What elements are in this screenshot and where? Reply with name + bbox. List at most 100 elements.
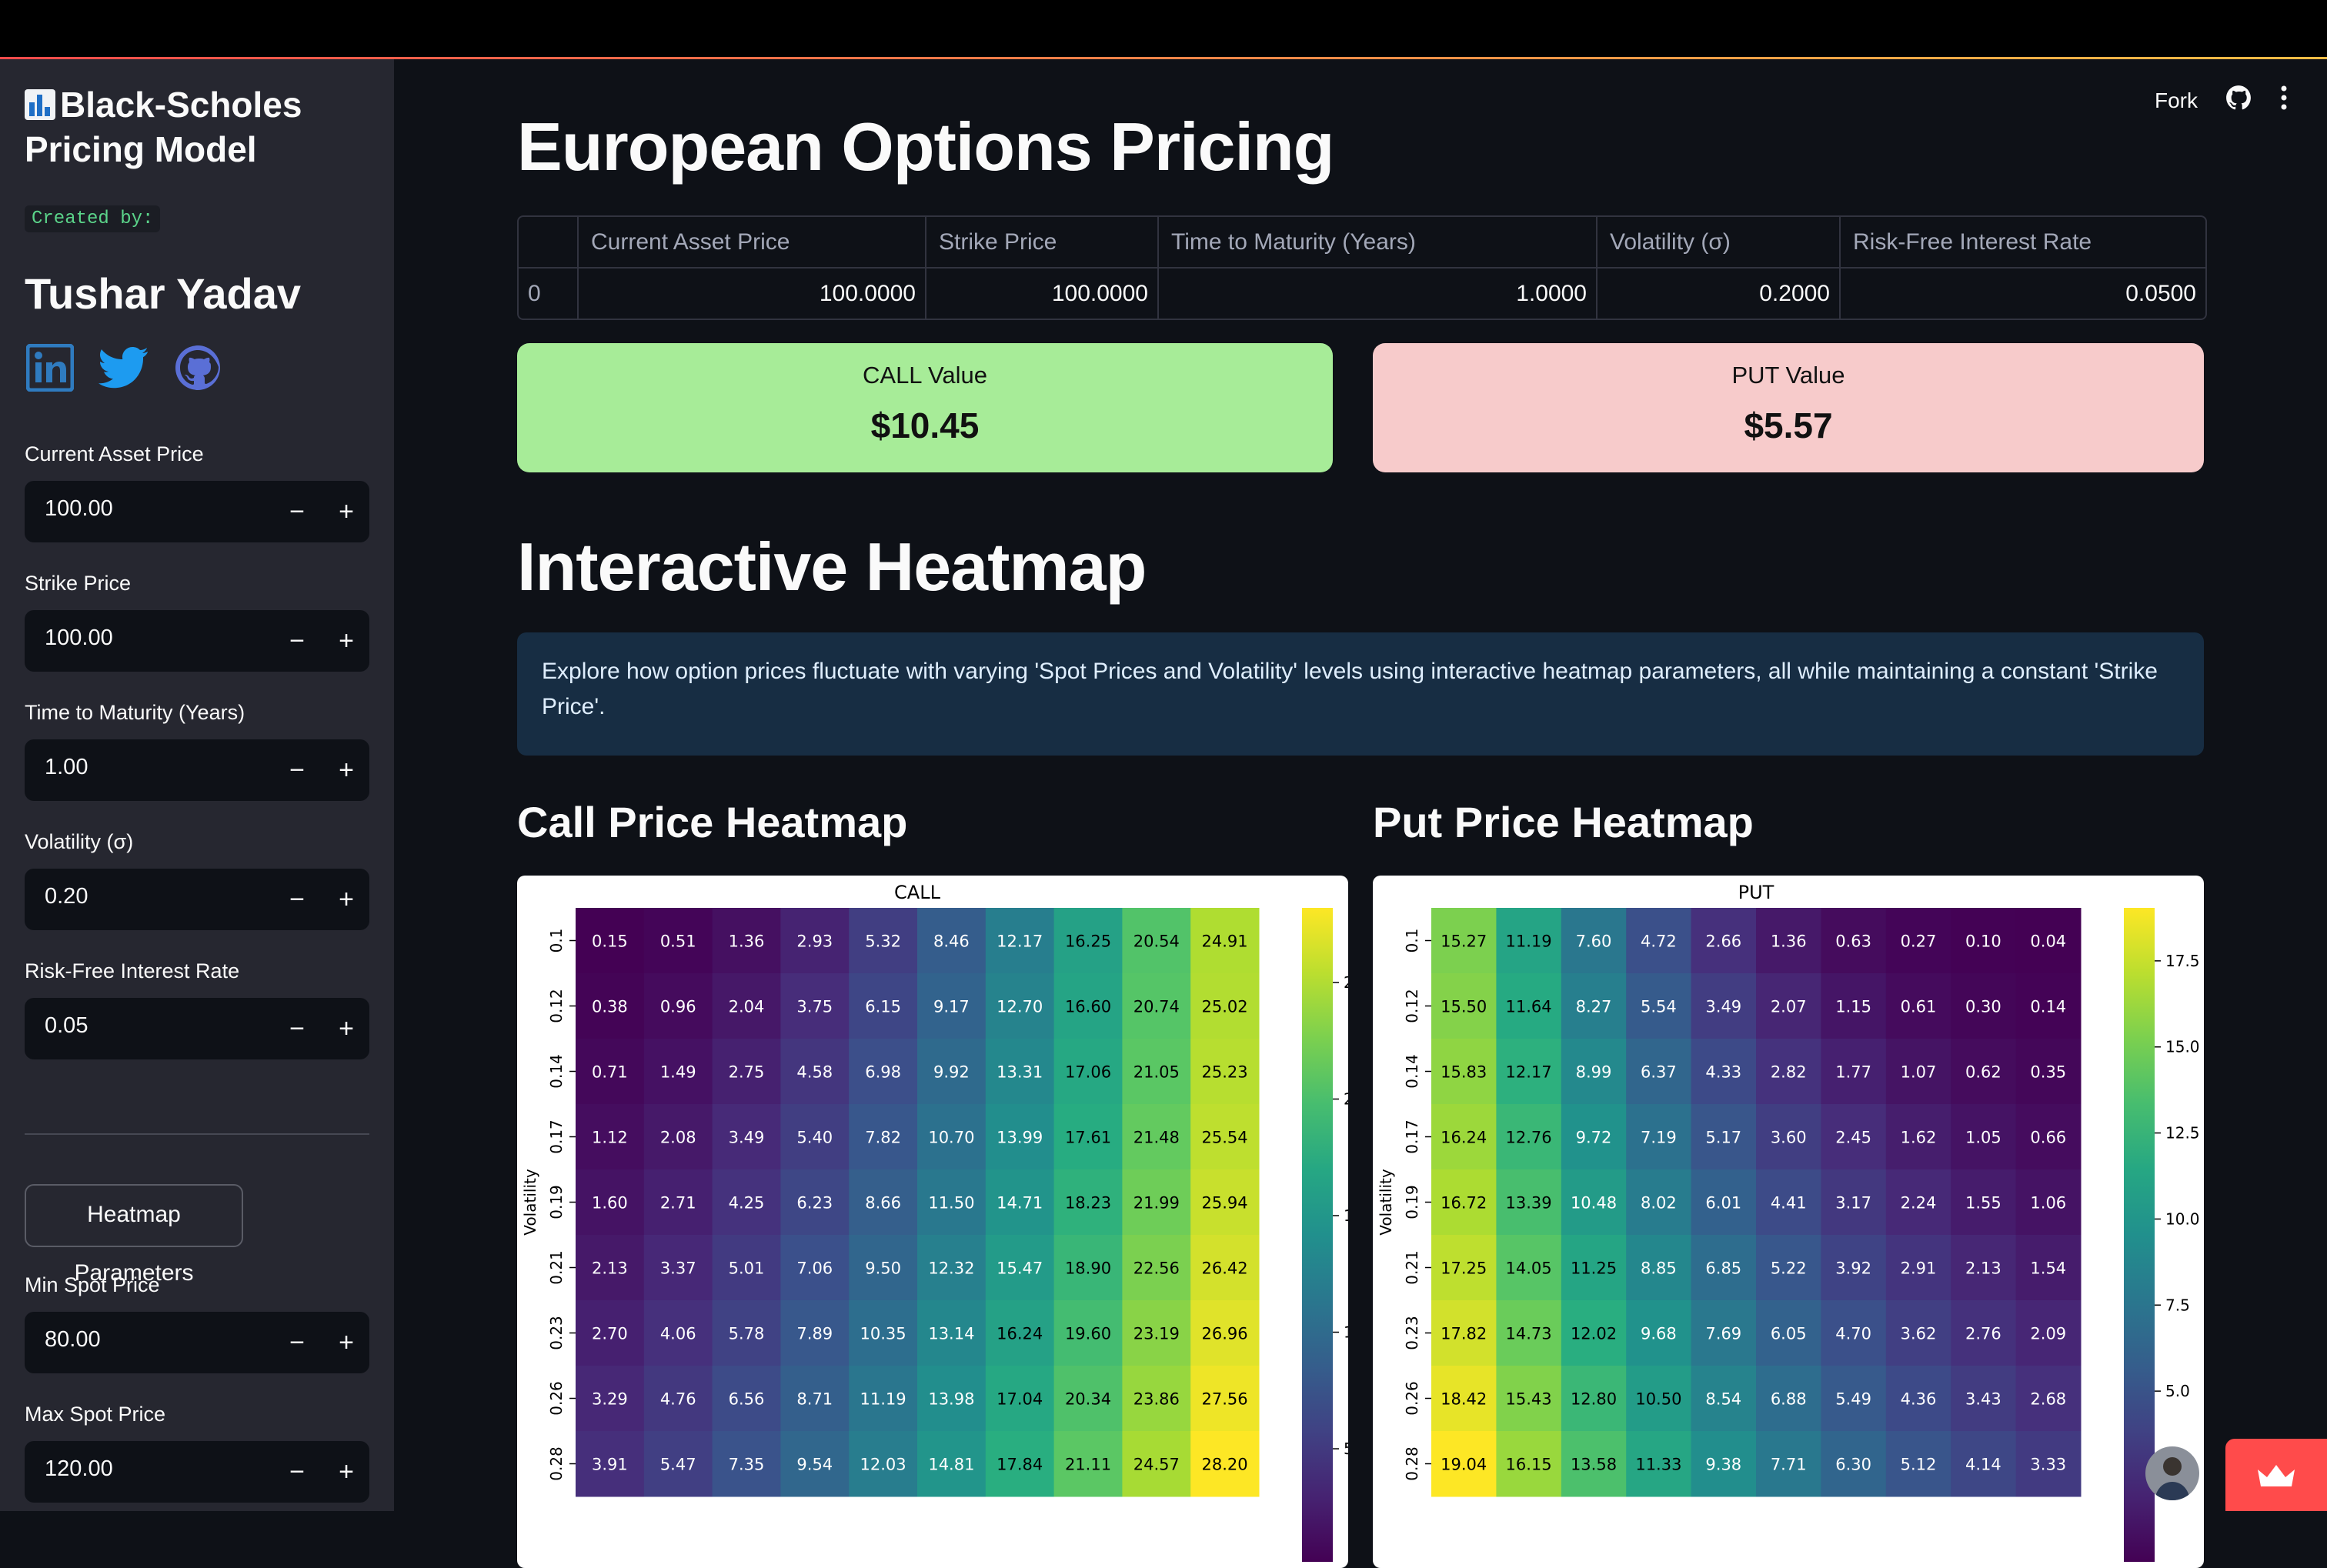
time-to-maturity-value[interactable]: 1.00 [45, 755, 88, 780]
put-value-card: PUT Value $5.57 [1373, 343, 2204, 472]
current-asset-price-value[interactable]: 100.00 [45, 496, 113, 522]
risk-free-rate-input[interactable]: 0.05 − + [25, 998, 369, 1059]
heatmap-cell-label: 18.42 [1441, 1390, 1487, 1409]
heatmap-cell-label: 7.82 [865, 1129, 901, 1147]
table-header-cell: Volatility (σ) [1597, 217, 1841, 269]
risk-free-rate-value[interactable]: 0.05 [45, 1013, 88, 1039]
heatmap-cell-label: 1.07 [1901, 1063, 1937, 1082]
heatmap-cell-label: 3.91 [592, 1456, 628, 1474]
table-header-row: Current Asset Price Strike Price Time to… [519, 217, 2205, 269]
colorbar-tick-label: 5.0 [2165, 1382, 2190, 1400]
y-tick-label: 0.21 [1403, 1250, 1421, 1285]
heatmap-cell-label: 0.51 [660, 932, 696, 951]
linkedin-icon[interactable] [25, 342, 75, 393]
current-asset-price-input[interactable]: 100.00 − + [25, 481, 369, 542]
call-heatmap-panel: CALL 0.15 0.51 1.36 2.93 5.32 8.46 12.17 16.25 20… [517, 876, 1348, 1568]
sidebar: Black-Scholes Pricing Model Created by: … [0, 59, 394, 1511]
heatmap-cell-label: 1.06 [2030, 1194, 2066, 1213]
heatmap-cell-label: 6.30 [1835, 1456, 1871, 1474]
call-heatmap-title: Call Price Heatmap [517, 798, 908, 846]
heatmap-cell-label: 23.19 [1133, 1325, 1180, 1343]
heatmap-cell-label: 10.48 [1571, 1194, 1617, 1213]
y-tick-label: 0.14 [547, 1054, 566, 1089]
heatmap-cell-label: 5.32 [865, 932, 901, 951]
heatmap-cell-label: 2.45 [1835, 1129, 1871, 1147]
min-spot-price-decrement-button[interactable]: − [275, 1321, 319, 1364]
fork-button[interactable]: Fork [2155, 88, 2198, 113]
heatmap-cell-label: 1.36 [729, 932, 765, 951]
heatmap-cell-label: 0.27 [1901, 932, 1937, 951]
y-tick-label: 0.23 [1403, 1316, 1421, 1350]
y-tick-label: 0.17 [547, 1119, 566, 1154]
heatmap-cell-label: 9.72 [1576, 1129, 1612, 1147]
heatmap-cell-label: 27.56 [1202, 1390, 1248, 1409]
time-to-maturity-input[interactable]: 1.00 − + [25, 739, 369, 801]
heatmap-cell-label: 18.23 [1065, 1194, 1111, 1213]
heatmap-cell-label: 24.57 [1133, 1456, 1180, 1474]
more-options-icon[interactable] [2279, 85, 2289, 115]
twitter-icon[interactable] [98, 342, 149, 393]
heatmap-cell-label: 9.54 [796, 1456, 833, 1474]
heatmap-cell-label: 4.41 [1771, 1194, 1807, 1213]
heatmap-cell-label: 3.75 [796, 998, 833, 1016]
max-spot-price-decrement-button[interactable]: − [275, 1450, 319, 1493]
heatmap-cell-label: 13.14 [928, 1325, 974, 1343]
avatar[interactable] [2145, 1446, 2199, 1500]
strike-price-decrement-button[interactable]: − [275, 619, 319, 662]
heatmap-cell-label: 11.33 [1635, 1456, 1681, 1474]
heatmap-cell-label: 0.66 [2030, 1129, 2066, 1147]
heatmap-cell-label: 2.66 [1705, 932, 1741, 951]
heatmap-cell-label: 7.60 [1576, 932, 1612, 951]
heatmap-cell-label: 3.49 [729, 1129, 765, 1147]
volatility-input[interactable]: 0.20 − + [25, 869, 369, 930]
github-icon[interactable] [172, 342, 223, 393]
heatmap-cell-label: 12.02 [1571, 1325, 1617, 1343]
heatmap-cell-label: 2.13 [1965, 1259, 2001, 1278]
heatmap-cell-label: 7.89 [796, 1325, 833, 1343]
volatility-decrement-button[interactable]: − [275, 878, 319, 921]
volatility-increment-button[interactable]: + [325, 878, 368, 921]
heatmap-cell-label: 5.17 [1705, 1129, 1741, 1147]
risk-free-rate-decrement-button[interactable]: − [275, 1007, 319, 1050]
volatility-value[interactable]: 0.20 [45, 884, 88, 909]
colorbar-tick-label: 15.0 [2165, 1038, 2200, 1056]
heatmap-cell-label: 7.06 [796, 1259, 833, 1278]
strike-price-input[interactable]: 100.00 − + [25, 610, 369, 672]
colorbar-tick-label: 25 [1344, 973, 1348, 992]
time-to-maturity-increment-button[interactable]: + [325, 749, 368, 792]
heatmap-cell-label: 12.17 [1506, 1063, 1552, 1082]
heatmap-cell-label: 18.90 [1065, 1259, 1111, 1278]
heatmap-cell-label: 11.19 [860, 1390, 906, 1409]
heatmap-cell-label: 22.56 [1133, 1259, 1180, 1278]
streamlit-crown-button[interactable] [2225, 1439, 2327, 1511]
current-asset-price-decrement-button[interactable]: − [275, 490, 319, 533]
heatmap-parameters-button[interactable]: Heatmap Parameters [25, 1184, 243, 1286]
heatmap-cell-label: 9.68 [1641, 1325, 1677, 1343]
strike-price-increment-button[interactable]: + [325, 619, 368, 662]
strike-price-value[interactable]: 100.00 [45, 626, 113, 651]
min-spot-price-value[interactable]: 80.00 [45, 1327, 101, 1353]
time-to-maturity-decrement-button[interactable]: − [275, 749, 319, 792]
heatmap-cell-label: 5.54 [1641, 998, 1677, 1016]
heatmap-cell-label: 3.62 [1901, 1325, 1937, 1343]
min-spot-price-input[interactable]: 80.00 − + [25, 1312, 369, 1373]
heatmap-cell-label: 3.60 [1771, 1129, 1807, 1147]
risk-free-rate-increment-button[interactable]: + [325, 1007, 368, 1050]
heatmap-cell-label: 0.35 [2030, 1063, 2066, 1082]
max-spot-price-value[interactable]: 120.00 [45, 1456, 113, 1482]
heatmap-title: PUT [1738, 882, 1774, 903]
max-spot-price-input[interactable]: 120.00 − + [25, 1441, 369, 1503]
heatmap-cell-label: 8.66 [865, 1194, 901, 1213]
heatmap-cell-label: 6.01 [1705, 1194, 1741, 1213]
heatmap-cell-label: 26.42 [1202, 1259, 1248, 1278]
heatmap-cell-label: 8.54 [1705, 1390, 1741, 1409]
heatmap-cell-label: 25.02 [1202, 998, 1248, 1016]
table-cell: 0 [519, 268, 579, 319]
min-spot-price-increment-button[interactable]: + [325, 1321, 368, 1364]
call-value-amount: $10.45 [870, 405, 980, 445]
author-name: Tushar Yadav [25, 269, 301, 318]
github-icon[interactable] [2225, 85, 2252, 116]
max-spot-price-increment-button[interactable]: + [325, 1450, 368, 1493]
heatmap-cell-label: 16.24 [997, 1325, 1043, 1343]
current-asset-price-increment-button[interactable]: + [325, 490, 368, 533]
